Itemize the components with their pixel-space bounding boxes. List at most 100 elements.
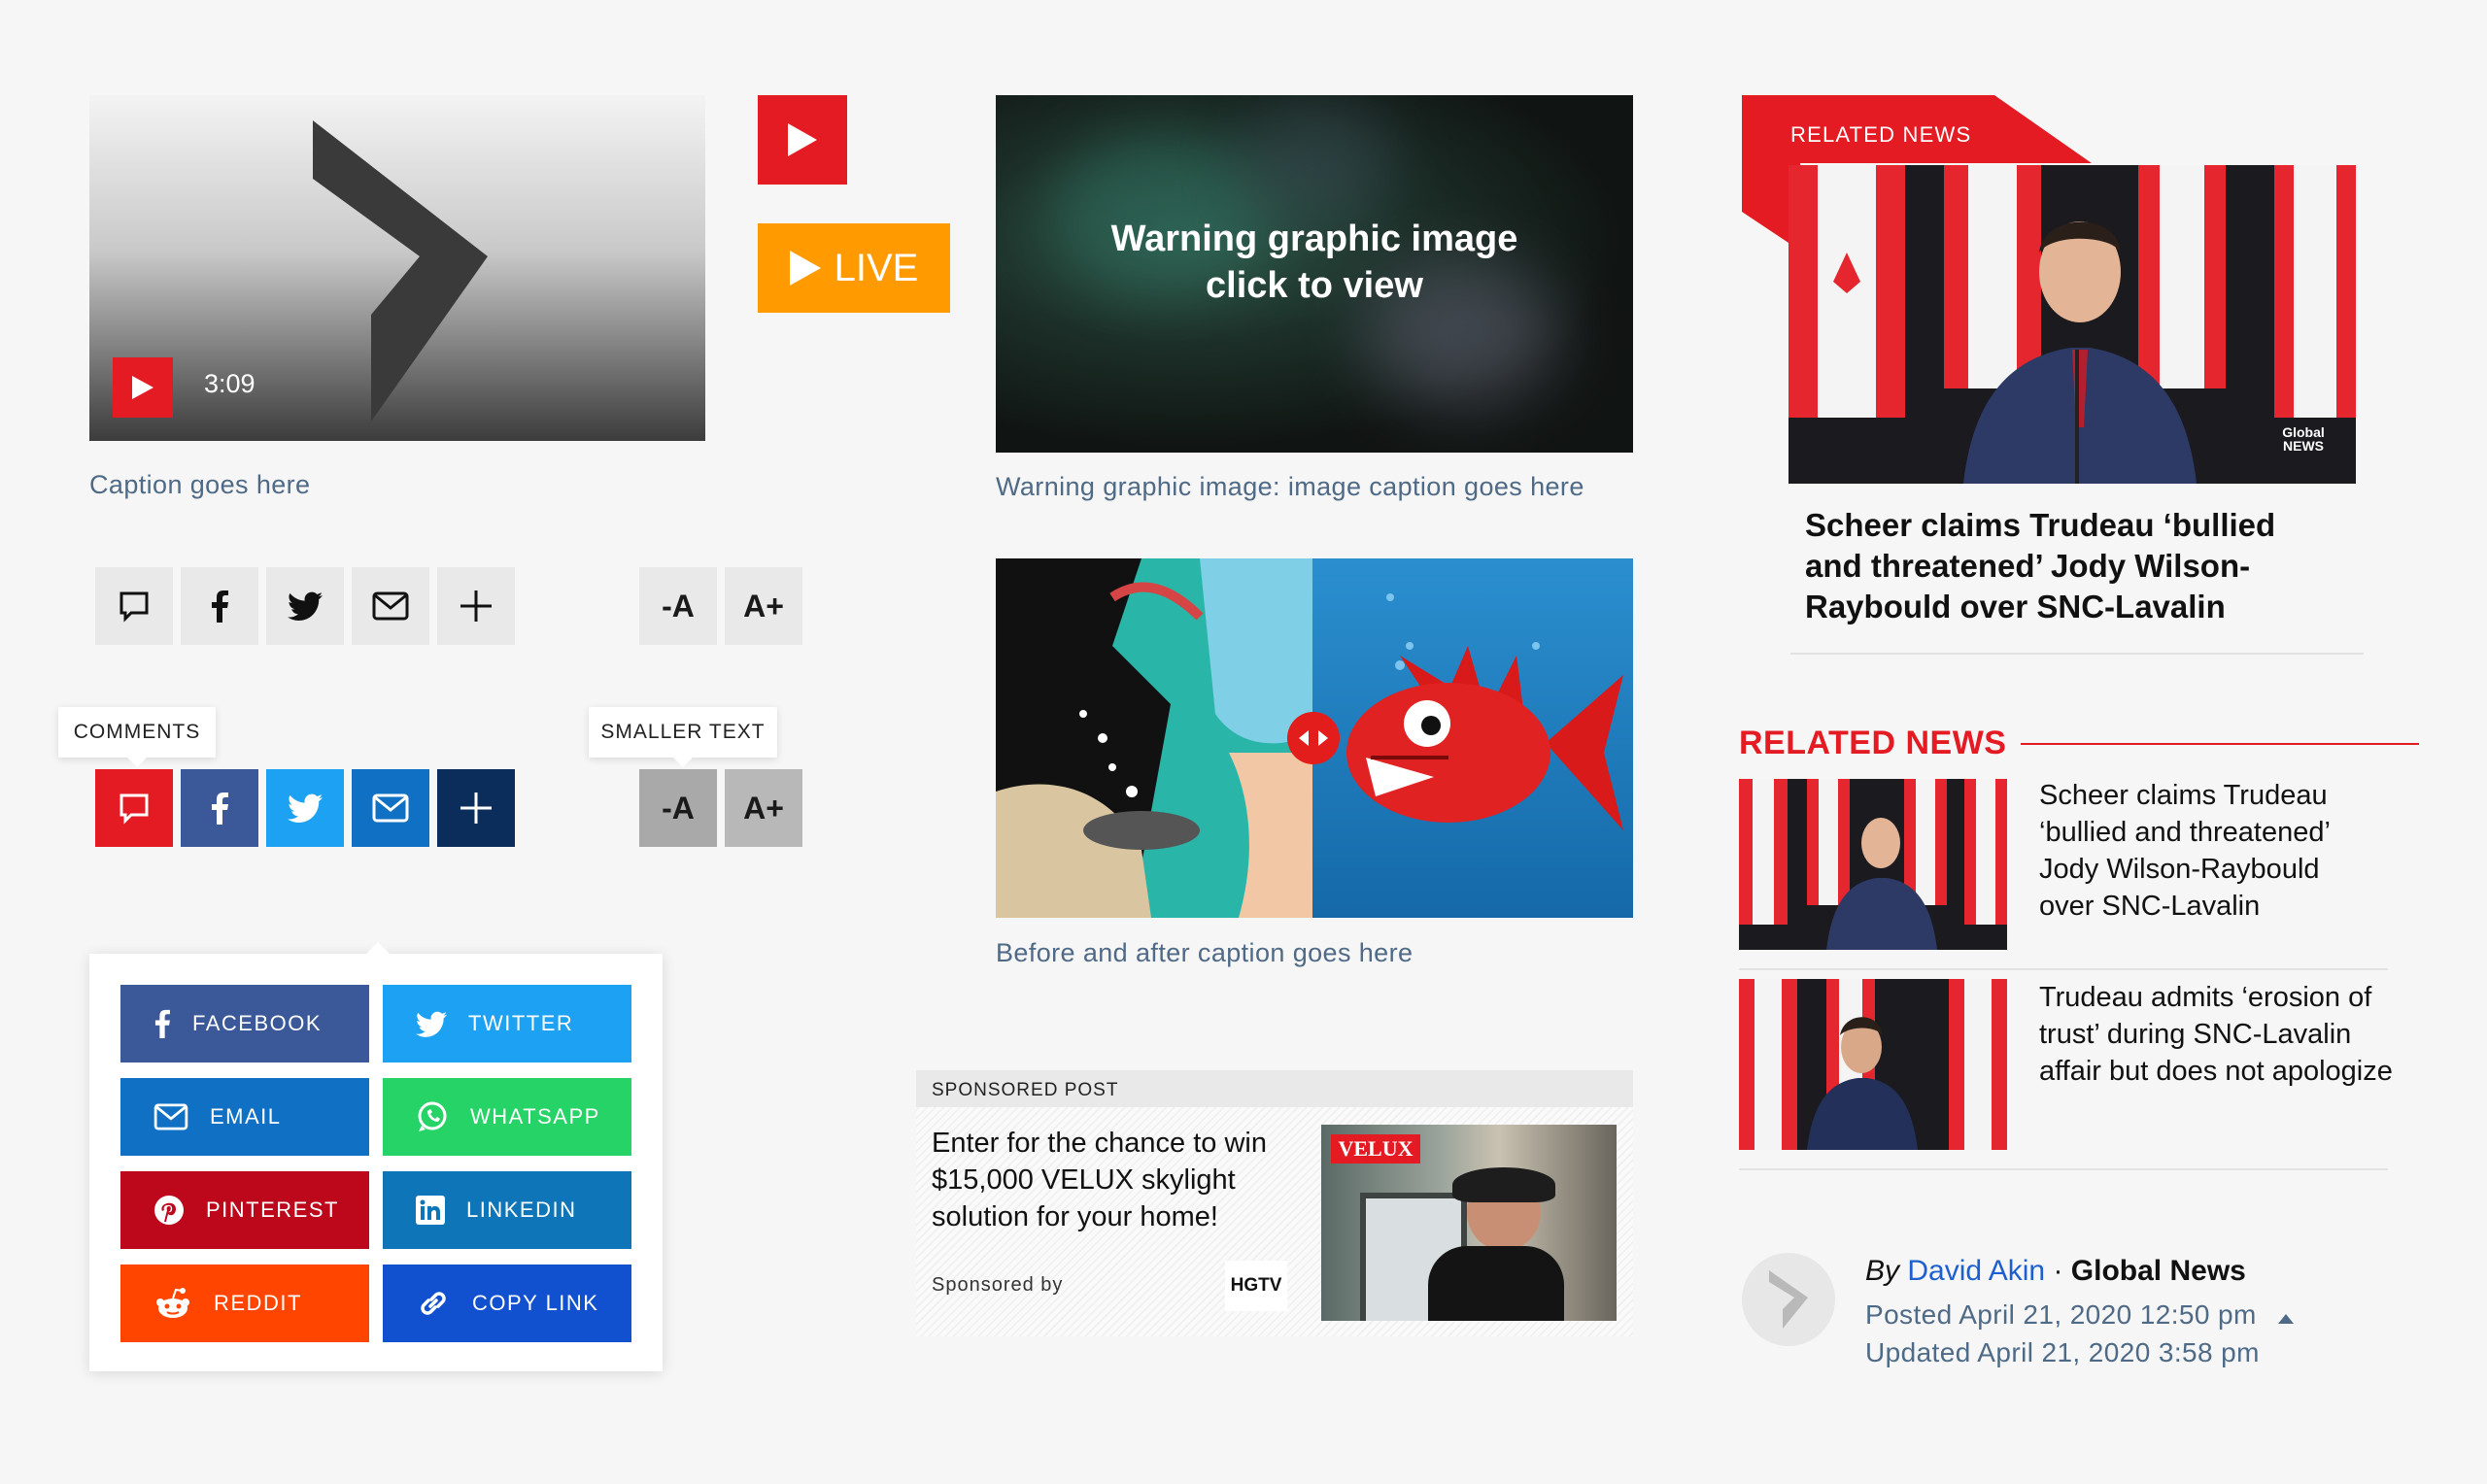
- updated-timestamp: Updated April 21, 2020 3:58 pm: [1865, 1337, 2260, 1367]
- facebook-share-button[interactable]: [181, 567, 258, 645]
- related-news-hero[interactable]: RELATED NEWS Global NEWS Scheer claims T…: [1742, 95, 2364, 658]
- twitter-icon: [416, 1011, 447, 1037]
- comic-illustration: [996, 558, 1312, 918]
- live-button[interactable]: LIVE: [758, 223, 950, 313]
- global-news-watermark: Global NEWS: [2282, 424, 2325, 454]
- divider: [1739, 968, 2388, 970]
- before-after-slider[interactable]: [996, 558, 1633, 918]
- email-share-button-color[interactable]: [352, 769, 429, 847]
- play-icon: [132, 376, 153, 399]
- before-after-caption: Before and after caption goes here: [996, 938, 1414, 967]
- related-news-tab: RELATED NEWS: [1742, 95, 2092, 163]
- sponsored-label: SPONSORED POST: [916, 1070, 1633, 1107]
- twitter-share-button-color[interactable]: [266, 769, 344, 847]
- outlet-name: Global News: [2070, 1255, 2246, 1287]
- share-facebook[interactable]: FACEBOOK: [120, 985, 369, 1062]
- related-hero-image[interactable]: Global NEWS: [1789, 165, 2356, 484]
- by-label: By: [1865, 1255, 1900, 1287]
- warning-line-2: click to view: [1206, 265, 1423, 306]
- twitter-icon: [288, 793, 323, 823]
- share-twitter[interactable]: TWITTER: [383, 985, 631, 1062]
- facebook-share-button-color[interactable]: [181, 769, 258, 847]
- press-conference-photo: [1739, 779, 2007, 950]
- slider-handle[interactable]: [1287, 712, 1340, 764]
- linkedin-icon: [416, 1196, 445, 1225]
- divider: [1739, 1168, 2388, 1170]
- email-icon: [153, 1103, 188, 1130]
- posted-timestamp[interactable]: Posted April 21, 2020 12:50 pm: [1865, 1299, 2294, 1331]
- twitter-share-button[interactable]: [266, 567, 344, 645]
- facebook-icon: [212, 793, 228, 825]
- related-item-title[interactable]: Scheer claims Trudeau ‘bullied and threa…: [2039, 777, 2360, 925]
- larger-text-button[interactable]: A+: [725, 567, 802, 645]
- after-image: [1312, 558, 1633, 918]
- share-whatsapp[interactable]: WHATSAPP: [383, 1078, 631, 1156]
- hgtv-logo: HGTV: [1225, 1261, 1287, 1311]
- sponsored-post[interactable]: SPONSORED POST Enter for the chance to w…: [916, 1070, 1633, 1336]
- posted-text: Posted April 21, 2020 12:50 pm: [1865, 1299, 2257, 1330]
- plus-icon: [460, 793, 492, 824]
- twitter-icon: [288, 591, 323, 621]
- byline-separator: ·: [2053, 1255, 2063, 1287]
- video-play-button[interactable]: [113, 357, 173, 418]
- share-pinterest-label: PINTEREST: [206, 1197, 339, 1222]
- red-fish-illustration: [1346, 593, 1623, 830]
- email-share-button[interactable]: [352, 567, 429, 645]
- related-hero-title[interactable]: Scheer claims Trudeau ‘bullied and threa…: [1805, 505, 2330, 627]
- global-logo-chevron-icon: [1769, 1270, 1808, 1329]
- pinterest-icon: [154, 1196, 184, 1225]
- share-pinterest[interactable]: PINTEREST: [120, 1171, 369, 1249]
- smaller-text-button[interactable]: -A: [639, 567, 717, 645]
- warning-message: Warning graphic image click to view: [996, 216, 1633, 309]
- smaller-text-button-active[interactable]: -A: [639, 769, 717, 847]
- share-reddit-label: REDDIT: [214, 1291, 302, 1315]
- global-logo-chevron-icon: [313, 120, 488, 422]
- warning-caption: Warning graphic image: image caption goe…: [996, 472, 1584, 501]
- author-avatar: [1742, 1253, 1835, 1346]
- plus-icon: [460, 590, 492, 622]
- link-icon: [421, 1292, 446, 1315]
- comments-icon: [119, 591, 149, 623]
- share-whatsapp-label: WHATSAPP: [470, 1104, 600, 1129]
- press-conference-photo: [1789, 165, 2356, 484]
- facebook-icon: [212, 590, 228, 623]
- byline: By David Akin · Global News: [1865, 1255, 2246, 1288]
- share-reddit[interactable]: REDDIT: [120, 1265, 369, 1342]
- divider: [1790, 653, 2364, 655]
- press-conference-photo: [1739, 979, 2007, 1150]
- live-label: LIVE: [834, 246, 919, 289]
- heading-rule: [2021, 743, 2419, 745]
- related-item-image[interactable]: [1739, 779, 2007, 950]
- facebook-icon: [154, 1009, 170, 1038]
- more-share-button-color[interactable]: [437, 769, 515, 847]
- share-facebook-label: FACEBOOK: [192, 1011, 323, 1035]
- share-copy-link-label: COPY LINK: [472, 1291, 599, 1315]
- before-image: [996, 558, 1312, 918]
- share-menu: FACEBOOK TWITTER EMAIL WHATSAPP PINTERES…: [89, 942, 663, 1371]
- warning-line-1: Warning graphic image: [1110, 219, 1518, 259]
- comments-button[interactable]: [95, 567, 173, 645]
- video-thumbnail[interactable]: 3:09: [89, 95, 705, 441]
- comments-tooltip: COMMENTS: [58, 707, 216, 767]
- more-share-button[interactable]: [437, 567, 515, 645]
- comments-button-active[interactable]: [95, 769, 173, 847]
- sponsored-title[interactable]: Enter for the chance to win $15,000 VELU…: [932, 1125, 1301, 1235]
- larger-text-button-active[interactable]: A+: [725, 769, 802, 847]
- reddit-icon: [156, 1288, 189, 1318]
- person-shirt: [1428, 1246, 1564, 1321]
- velux-logo: VELUX: [1331, 1134, 1420, 1164]
- share-linkedin-label: LINKEDIN: [466, 1197, 577, 1222]
- share-linkedin[interactable]: LINKEDIN: [383, 1171, 631, 1249]
- play-icon: [788, 123, 817, 156]
- related-item-title[interactable]: Trudeau admits ‘erosion of trust’ during…: [2039, 979, 2399, 1090]
- share-email-label: EMAIL: [210, 1104, 282, 1129]
- video-duration: 3:09: [204, 369, 256, 398]
- sponsored-by: Sponsored by: [932, 1274, 1064, 1296]
- share-copy-link[interactable]: COPY LINK: [383, 1265, 631, 1342]
- related-item-image[interactable]: [1739, 979, 2007, 1150]
- sponsored-image[interactable]: VELUX: [1321, 1125, 1617, 1321]
- share-email[interactable]: EMAIL: [120, 1078, 369, 1156]
- warning-graphic-image[interactable]: Warning graphic image click to view: [996, 95, 1633, 453]
- author-link[interactable]: David Akin: [1907, 1255, 2045, 1287]
- play-button[interactable]: [758, 95, 847, 185]
